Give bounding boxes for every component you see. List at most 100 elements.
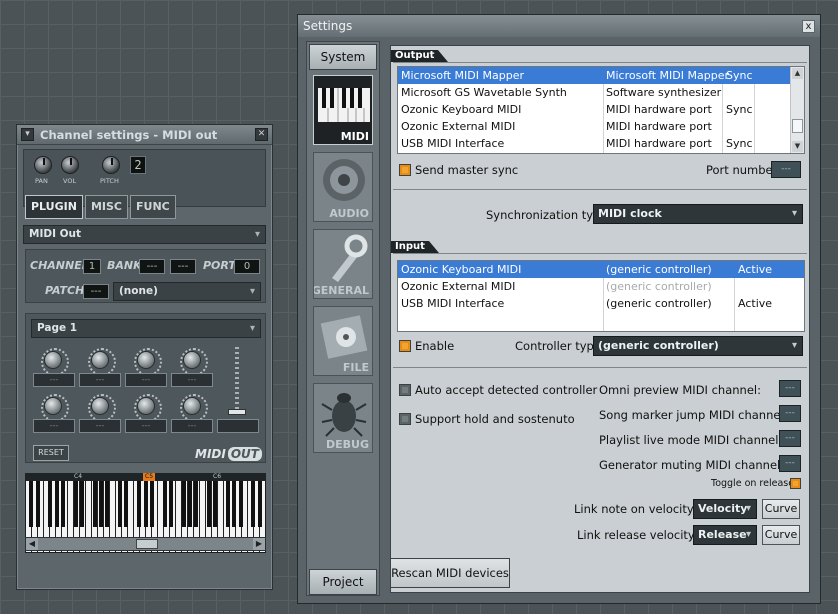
input-device-row[interactable]: Ozonic Keyboard MIDI (generic controller)…	[398, 261, 804, 278]
piano-black-key[interactable]	[149, 481, 154, 527]
controller-knob[interactable]	[88, 394, 116, 422]
controller-knob[interactable]	[180, 348, 208, 376]
piano-black-key[interactable]	[99, 481, 104, 527]
sync-type-select[interactable]: MIDI clock	[593, 204, 803, 224]
controller-knob[interactable]	[134, 348, 162, 376]
piano-black-key[interactable]	[124, 481, 129, 527]
reset-button[interactable]: RESET	[33, 445, 69, 461]
input-device-list[interactable]: Ozonic Keyboard MIDI (generic controller)…	[397, 260, 805, 332]
piano-black-key[interactable]	[213, 481, 218, 527]
output-device-row[interactable]: Microsoft GS Wavetable Synth Software syn…	[398, 84, 790, 101]
scroll-left-icon[interactable]: ◀	[26, 538, 38, 550]
generator-muting-field[interactable]: ---	[779, 455, 801, 472]
omni-preview-field[interactable]: ---	[779, 380, 801, 397]
piano-black-key[interactable]	[29, 481, 34, 527]
piano-black-key[interactable]	[162, 481, 167, 527]
knob-slot[interactable]: ---	[79, 373, 121, 387]
link-note-select[interactable]: Velocity	[693, 499, 757, 519]
piano-black-key[interactable]	[143, 481, 148, 527]
piano-black-key[interactable]	[257, 481, 262, 527]
piano-black-key[interactable]	[251, 481, 256, 527]
project-button[interactable]: Project	[309, 569, 377, 595]
scroll-up-icon[interactable]: ▲	[792, 68, 803, 79]
link-release-curve-button[interactable]: Curve	[762, 525, 800, 545]
knob-slot[interactable]: ---	[125, 419, 167, 433]
patch-value[interactable]: ---	[83, 284, 109, 299]
piano-black-key[interactable]	[61, 481, 66, 527]
knob-slot[interactable]: ---	[33, 373, 75, 387]
output-device-list[interactable]: Microsoft MIDI Mapper Microsoft MIDI Mapp…	[397, 66, 805, 154]
settings-title-bar[interactable]: Settings x	[298, 15, 820, 37]
controller-knob[interactable]	[134, 394, 162, 422]
toggle-on-release-checkbox[interactable]	[790, 478, 801, 489]
port-value[interactable]: 0	[234, 259, 260, 274]
auto-accept-checkbox[interactable]	[399, 384, 411, 396]
settings-close-button[interactable]: x	[802, 19, 815, 33]
channel-lcd[interactable]: 2	[130, 156, 146, 174]
link-release-select[interactable]: Release	[693, 525, 757, 545]
tab-func[interactable]: FUNC	[130, 195, 176, 219]
piano-black-key[interactable]	[73, 481, 78, 527]
support-hold-checkbox[interactable]	[399, 413, 411, 425]
output-scroll-thumb[interactable]	[792, 119, 803, 133]
category-file[interactable]: FILE	[313, 306, 373, 376]
octave-marker-root[interactable]: C5	[143, 473, 156, 481]
category-debug[interactable]: DEBUG	[313, 383, 373, 453]
piano-black-key[interactable]	[48, 481, 53, 527]
piano-black-key[interactable]	[168, 481, 173, 527]
bank-value-2[interactable]: ---	[170, 259, 196, 274]
playlist-live-field[interactable]: ---	[779, 430, 801, 447]
output-device-row[interactable]: Ozonic External MIDI MIDI hardware port	[398, 118, 790, 135]
bank-value-1[interactable]: ---	[139, 259, 165, 274]
system-button[interactable]: System	[309, 44, 377, 70]
port-number-field[interactable]: ---	[771, 161, 801, 178]
category-general[interactable]: GENERAL	[313, 229, 373, 299]
knob-slot[interactable]: ---	[171, 419, 213, 433]
output-list-scrollbar[interactable]: ▲ ▼	[790, 67, 804, 153]
piano-scroll-thumb[interactable]	[136, 539, 158, 549]
fader-handle[interactable]	[228, 409, 246, 415]
controller-knob[interactable]	[41, 394, 69, 422]
plugin-select[interactable]: MIDI Out	[23, 225, 266, 244]
controller-knob[interactable]	[180, 394, 208, 422]
category-midi[interactable]: MIDI	[313, 75, 373, 145]
page-select[interactable]: Page 1	[31, 319, 261, 338]
piano-black-key[interactable]	[35, 481, 40, 527]
channel-value[interactable]: 1	[83, 259, 101, 274]
piano-black-key[interactable]	[206, 481, 211, 527]
fader-slot[interactable]	[217, 419, 259, 433]
enable-input-checkbox[interactable]	[399, 340, 411, 352]
piano-black-key[interactable]	[181, 481, 186, 527]
piano-black-key[interactable]	[105, 481, 110, 527]
pitch-knob[interactable]	[102, 156, 120, 174]
piano-black-key[interactable]	[118, 481, 123, 527]
piano-black-keys[interactable]	[25, 481, 266, 527]
patch-select[interactable]: (none)	[113, 282, 261, 301]
piano-black-key[interactable]	[187, 481, 192, 527]
output-device-row[interactable]: USB MIDI Interface MIDI hardware port Sync	[398, 135, 790, 152]
channel-menu-button[interactable]: ▾	[21, 128, 34, 141]
category-audio[interactable]: AUDIO	[313, 152, 373, 222]
input-device-row[interactable]: USB MIDI Interface (generic controller) Ac…	[398, 295, 804, 312]
scroll-right-icon[interactable]: ▶	[253, 538, 265, 550]
piano-black-key[interactable]	[137, 481, 142, 527]
scroll-down-icon[interactable]: ▼	[792, 141, 803, 152]
piano-black-key[interactable]	[232, 481, 237, 527]
knob-slot[interactable]: ---	[171, 373, 213, 387]
controller-knob[interactable]	[88, 348, 116, 376]
rescan-midi-devices-button[interactable]: Rescan MIDI devices	[390, 558, 510, 588]
piano-scrollbar[interactable]: ◀ ▶	[25, 537, 266, 551]
knob-slot[interactable]: ---	[33, 419, 75, 433]
song-marker-field[interactable]: ---	[779, 405, 801, 422]
tab-misc[interactable]: MISC	[84, 195, 128, 219]
knob-slot[interactable]: ---	[125, 373, 167, 387]
pan-knob[interactable]	[34, 156, 52, 174]
piano-black-key[interactable]	[54, 481, 59, 527]
input-device-row[interactable]: Ozonic External MIDI (generic controller)	[398, 278, 804, 295]
piano-black-key[interactable]	[225, 481, 230, 527]
piano-black-key[interactable]	[92, 481, 97, 527]
channel-title-bar[interactable]: ▾ Channel settings - MIDI out ✕	[17, 125, 272, 145]
channel-close-button[interactable]: ✕	[255, 128, 268, 141]
knob-slot[interactable]: ---	[79, 419, 121, 433]
link-note-curve-button[interactable]: Curve	[762, 499, 800, 519]
